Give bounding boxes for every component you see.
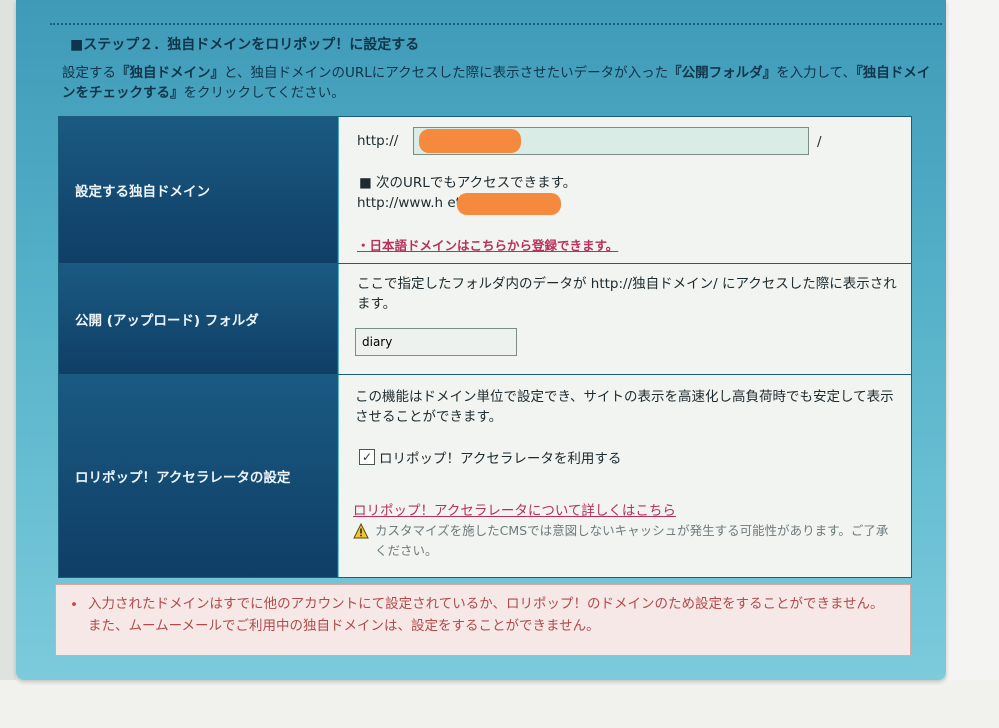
instructions-term-folder: 『公開フォルダ』 <box>668 65 777 81</box>
error-message-box: • 入力されたドメインはすでに他のアカウントにて設定されているか、ロリポップ！の… <box>55 584 911 656</box>
domain-row: 設定する独自ドメイン http:// / ■ 次のURLでもアクセスできます。 … <box>59 117 911 264</box>
accelerator-checkbox[interactable]: ✓ ロリポップ！アクセラレータを利用する <box>359 447 621 467</box>
accelerator-description: この機能はドメイン単位で設定でき、サイトの表示を高速化し高負荷時でも安定して表示… <box>355 389 894 425</box>
also-url: http://www.h et <box>357 195 461 211</box>
redaction-mark <box>457 193 561 215</box>
folder-label: 公開 (アップロード) フォルダ <box>59 264 338 374</box>
domain-label: 設定する独自ドメイン <box>59 117 338 263</box>
jp-domain-register-link[interactable]: ・日本語ドメインはこちらから登録できます。 <box>357 235 618 254</box>
domain-suffix: / <box>817 134 822 150</box>
accelerator-label: ロリポップ！アクセラレータの設定 <box>59 375 338 577</box>
redaction-mark <box>419 129 521 153</box>
warning-icon <box>353 523 369 539</box>
folder-value-cell: ここで指定したフォルダ内のデータが http://独自ドメイン/ にアクセスした… <box>339 264 911 374</box>
folder-input[interactable] <box>355 328 517 356</box>
instructions-part-3: を入力して、 <box>776 65 856 81</box>
instructions-term-domain: 『独自ドメイン』 <box>116 65 224 81</box>
domain-form-table: 設定する独自ドメイン http:// / ■ 次のURLでもアクセスできます。 … <box>58 116 912 578</box>
instructions-part-2: と、独自ドメインのURLにアクセスした際に表示させたいデータが入った <box>224 65 669 81</box>
bullet-icon: • <box>70 597 78 613</box>
accelerator-checkbox-label: ロリポップ！アクセラレータを利用する <box>379 451 622 467</box>
dotted-divider <box>50 23 942 25</box>
instructions-part-4: をクリックしてください。 <box>183 85 345 101</box>
folder-description: ここで指定したフォルダ内のデータが http://独自ドメイン/ にアクセスした… <box>357 276 897 312</box>
page-right-edge <box>946 0 999 728</box>
error-message-text: 入力されたドメインはすでに他のアカウントにて設定されているか、ロリポップ！のドメ… <box>88 596 884 634</box>
page-left-edge <box>0 0 16 728</box>
also-url-note: ■ 次のURLでもアクセスできます。 <box>359 175 577 191</box>
cache-warning: カスタマイズを施したCMSでは意図しないキャッシュが発生する可能性があります。ご… <box>353 521 898 561</box>
accelerator-value-cell: この機能はドメイン単位で設定でき、サイトの表示を高速化し高負荷時でも安定して表示… <box>339 375 911 577</box>
page-bottom-area <box>0 680 999 728</box>
accelerator-row: ロリポップ！アクセラレータの設定 この機能はドメイン単位で設定でき、サイトの表示… <box>59 375 911 577</box>
instructions-text: 設定する『独自ドメイン』と、独自ドメインのURLにアクセスした際に表示させたいデ… <box>62 63 932 103</box>
instructions-part-1: 設定する <box>62 65 116 81</box>
step-title: ■ステップ２．独自ドメインをロリポップ！に設定する <box>70 37 420 53</box>
domain-value-cell: http:// / ■ 次のURLでもアクセスできます。 http://www.… <box>339 117 911 263</box>
folder-row: 公開 (アップロード) フォルダ ここで指定したフォルダ内のデータが http:… <box>59 264 911 375</box>
domain-prefix: http:// <box>357 133 399 149</box>
accelerator-details-link[interactable]: ロリポップ！アクセラレータについて詳しくはこちら <box>353 499 676 519</box>
checkmark-icon[interactable]: ✓ <box>359 449 375 465</box>
cache-warning-text: カスタマイズを施したCMSでは意図しないキャッシュが発生する可能性があります。ご… <box>375 523 889 558</box>
